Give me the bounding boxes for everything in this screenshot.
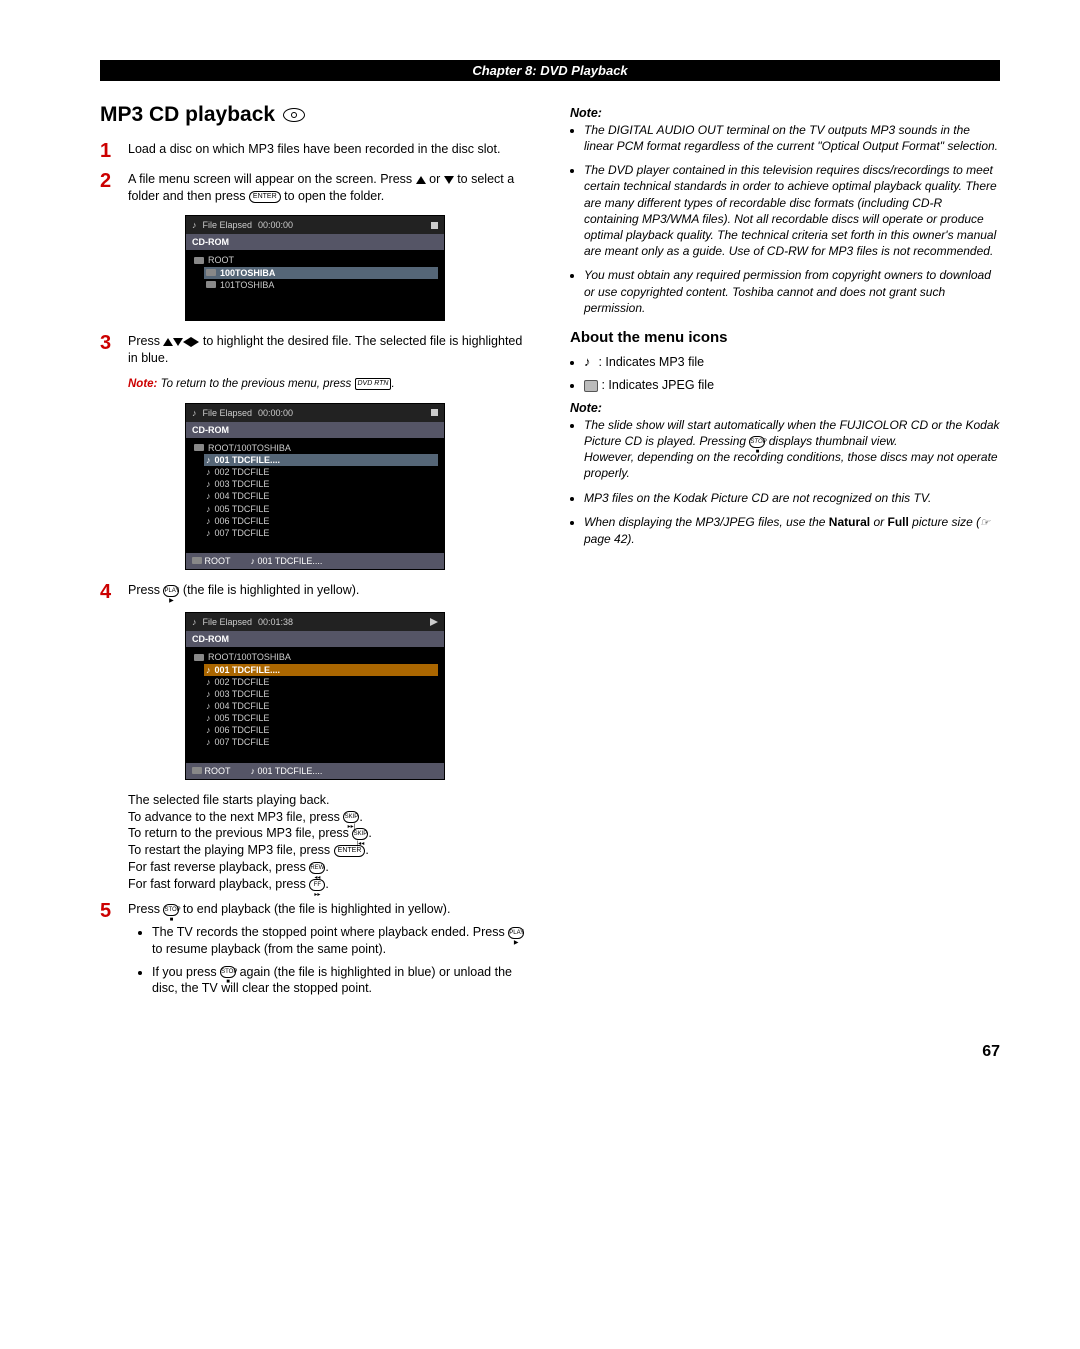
icon-legend-mp3: : Indicates MP3 file bbox=[584, 354, 1000, 371]
left-column: MP3 CD playback 1 Load a disc on which M… bbox=[100, 101, 530, 1013]
step-number-5: 5 bbox=[100, 901, 118, 1003]
note-heading-2: Note: bbox=[570, 400, 1000, 417]
note-item-2: The DVD player contained in this televis… bbox=[584, 162, 1000, 259]
step-5-bullet-1: The TV records the stopped point where p… bbox=[152, 924, 530, 958]
osd-time-3: 00:01:38 bbox=[258, 616, 293, 628]
step-number-2: 2 bbox=[100, 171, 118, 205]
osd-screen-3: ♪ File Elapsed 00:01:38 CD-ROM ROOT/100T… bbox=[185, 612, 445, 780]
chapter-header: Chapter 8: DVD Playback bbox=[100, 60, 1000, 81]
step-5-bullet-2: If you press STOP■ again (the file is hi… bbox=[152, 964, 530, 998]
osd-stop-icon bbox=[431, 222, 438, 229]
up-arrow-icon bbox=[163, 338, 173, 346]
page-number: 67 bbox=[100, 1043, 1000, 1061]
step-1-text: Load a disc on which MP3 files have been… bbox=[128, 141, 530, 161]
right-column: Note: The DIGITAL AUDIO OUT terminal on … bbox=[570, 101, 1000, 1013]
osd-screen-1: ♪ File Elapsed 00:00:00 CD-ROM ROOT 100T… bbox=[185, 215, 445, 321]
dvd-rtn-button-icon: DVD RTN bbox=[355, 378, 392, 389]
play-button-icon: PLAY▶ bbox=[508, 927, 524, 939]
osd-stop-icon bbox=[431, 409, 438, 416]
note-item-1: The DIGITAL AUDIO OUT terminal on the TV… bbox=[584, 122, 1000, 154]
skip-back-button-icon: SKIP|◂◂ bbox=[352, 828, 368, 840]
enter-button-icon: ENTER bbox=[249, 191, 281, 202]
pointer-hand-icon: ☞ bbox=[980, 516, 990, 531]
step-number-1: 1 bbox=[100, 141, 118, 161]
step-number-4: 4 bbox=[100, 582, 118, 602]
up-arrow-icon bbox=[416, 176, 426, 184]
step-number-3: 3 bbox=[100, 333, 118, 367]
note-item-3: You must obtain any required permission … bbox=[584, 267, 1000, 316]
about-icons-heading: About the menu icons bbox=[570, 328, 1000, 348]
step-4-text: Press PLAY▶ (the file is highlighted in … bbox=[128, 582, 530, 602]
step-2-text: A file menu screen will appear on the sc… bbox=[128, 171, 530, 205]
jpeg-file-icon bbox=[584, 380, 598, 392]
down-arrow-icon bbox=[173, 338, 183, 346]
down-arrow-icon bbox=[444, 176, 454, 184]
icon-legend-jpeg: : Indicates JPEG file bbox=[584, 377, 1000, 394]
section-title: MP3 CD playback bbox=[100, 101, 530, 129]
mp3-file-icon bbox=[584, 354, 595, 366]
playback-controls-text: The selected file starts playing back. T… bbox=[128, 792, 530, 893]
osd-cdrom-1: CD-ROM bbox=[186, 234, 444, 250]
stop-button-icon: STOP■ bbox=[220, 966, 236, 978]
left-arrow-icon bbox=[183, 337, 191, 347]
rew-button-icon: REW◂◂ bbox=[309, 862, 325, 874]
osd-time-1: 00:00:00 bbox=[258, 219, 293, 231]
title-text: MP3 CD playback bbox=[100, 101, 275, 129]
enter-button-icon: ENTER bbox=[334, 845, 366, 856]
note2-item-3: When displaying the MP3/JPEG files, use … bbox=[584, 514, 1000, 547]
note2-item-2: MP3 files on the Kodak Picture CD are no… bbox=[584, 490, 1000, 506]
osd-file-elapsed: File Elapsed bbox=[203, 219, 253, 231]
stop-button-icon: STOP■ bbox=[163, 904, 179, 916]
stop-button-icon: STOP■ bbox=[749, 436, 765, 448]
osd-screen-2: ♪ File Elapsed 00:00:00 CD-ROM ROOT/100T… bbox=[185, 403, 445, 571]
note-return: Note: To return to the previous menu, pr… bbox=[128, 377, 530, 393]
osd-play-icon bbox=[430, 618, 438, 626]
play-button-icon: PLAY▶ bbox=[163, 585, 179, 597]
note-heading: Note: bbox=[570, 105, 1000, 122]
ff-button-icon: FF▸▸ bbox=[309, 879, 325, 891]
skip-forward-button-icon: SKIP▸▸| bbox=[343, 811, 359, 823]
step-3-text: Press to highlight the desired file. The… bbox=[128, 333, 530, 367]
step-5-text: Press STOP■ to end playback (the file is… bbox=[128, 901, 530, 1003]
note2-item-1: The slide show will start automatically … bbox=[584, 417, 1000, 482]
disc-icon bbox=[283, 108, 305, 122]
